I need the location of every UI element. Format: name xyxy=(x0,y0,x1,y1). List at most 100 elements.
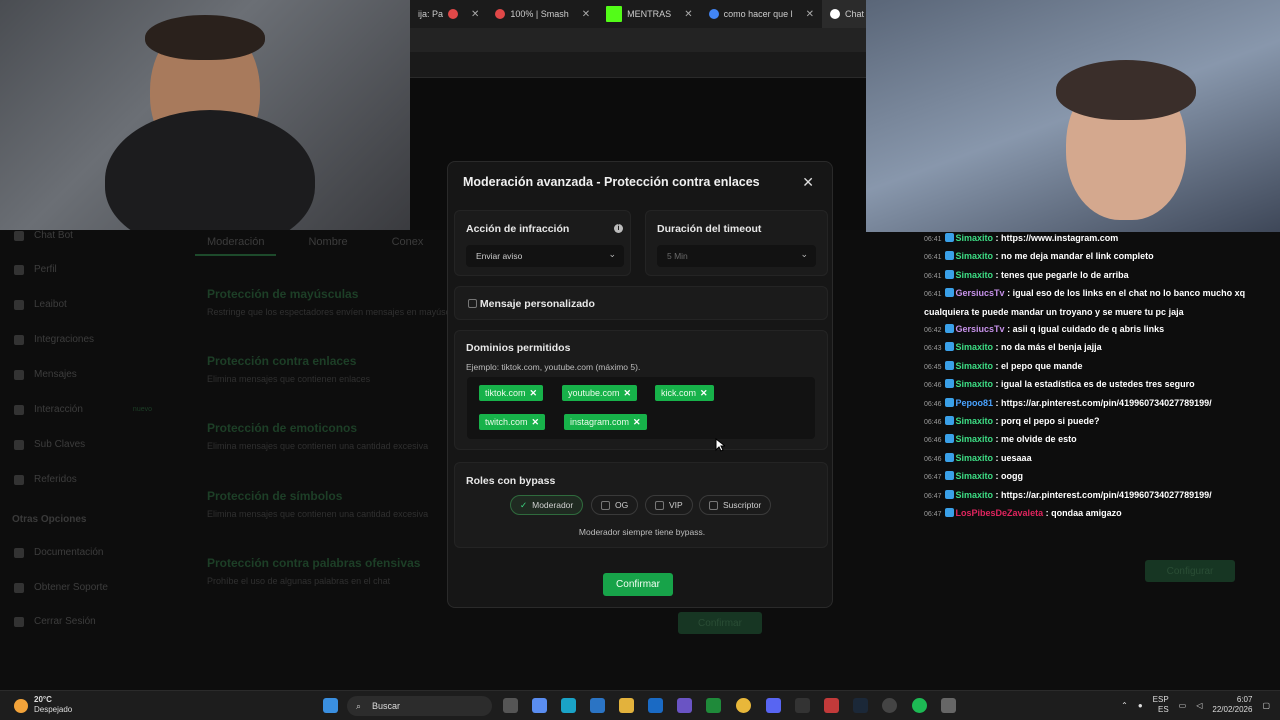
new-badge: nuevo xyxy=(132,406,152,413)
sub-badge-icon xyxy=(944,233,954,242)
notification-icon[interactable]: ▢ xyxy=(1262,701,1270,710)
domains-hint: Ejemplo: tiktok.com, youtube.com (máximo… xyxy=(466,362,641,372)
checkbox[interactable] xyxy=(468,299,477,308)
copilot-icon[interactable] xyxy=(532,698,547,713)
language-indicator[interactable]: ESP ES xyxy=(1153,695,1169,715)
streamer-hair xyxy=(145,15,265,60)
outlook-icon[interactable] xyxy=(648,698,663,713)
role-og[interactable]: OG xyxy=(591,495,639,515)
chat-message: 06:46 Simaxito : igual la estadística es … xyxy=(922,376,1280,394)
task-view-icon[interactable] xyxy=(503,698,518,713)
browser-tab[interactable]: 100% | Smash ✕ xyxy=(487,0,598,28)
kick-icon xyxy=(606,6,623,22)
domain-chip: kick.com ✕ xyxy=(655,385,714,401)
settings-icon[interactable] xyxy=(941,698,956,713)
chevron-up-icon[interactable]: ⌃ xyxy=(1121,701,1128,710)
chat-time: 06:46 xyxy=(924,455,942,463)
sidebar-item-integraciones[interactable]: Integraciones xyxy=(14,334,94,345)
sidebar-item-leaibot[interactable]: Leaibot xyxy=(14,299,67,310)
sidebar-item-interaccion[interactable]: Interacción nuevo xyxy=(14,404,152,415)
browser-tab[interactable]: como hacer que l ✕ xyxy=(701,0,822,28)
sidebar-item-perfil[interactable]: Perfil xyxy=(14,264,57,275)
chat-sep: : xyxy=(993,269,1002,280)
chat-message: 06:46 Pepoo81 : https://ar.pinterest.com/… xyxy=(922,395,1280,413)
volume-icon[interactable]: ◁ xyxy=(1196,701,1202,710)
remove-icon[interactable]: ✕ xyxy=(532,417,540,427)
obs-icon[interactable] xyxy=(882,698,897,713)
xbox-icon[interactable] xyxy=(706,698,721,713)
remove-icon[interactable]: ✕ xyxy=(624,388,632,398)
sidebar-item-subclaves[interactable]: Sub Claves xyxy=(14,439,85,450)
guest-hair xyxy=(1056,60,1196,120)
checkbox[interactable] xyxy=(655,500,664,510)
sidebar-item-cerrar-sesion[interactable]: Cerrar Sesión xyxy=(14,616,96,627)
chat-sep: : xyxy=(993,342,1002,353)
chat-time: 06:47 xyxy=(924,511,942,519)
chat-time: 06:46 xyxy=(924,419,942,427)
windows-start-icon[interactable] xyxy=(323,698,338,713)
mouse-cursor-icon xyxy=(715,438,725,452)
chat-message: 06:43 Simaxito : no da más el benja jajja xyxy=(922,339,1280,357)
close-icon[interactable]: ✕ xyxy=(471,9,479,20)
vscode-icon[interactable] xyxy=(677,698,692,713)
clock[interactable]: 6:07 22/02/2026 xyxy=(1212,695,1252,715)
store-icon[interactable] xyxy=(590,698,605,713)
discord-icon[interactable] xyxy=(766,698,781,713)
sidebar-item-soporte[interactable]: Obtener Soporte xyxy=(14,582,108,593)
timeout-select[interactable]: 5 Min ⌄ xyxy=(657,245,816,267)
domains-input[interactable]: tiktok.com ✕ youtube.com ✕ kick.com ✕ twitc… xyxy=(467,377,815,439)
chat-time: 06:47 xyxy=(924,474,942,482)
infraction-select[interactable]: Enviar aviso ⌄ xyxy=(466,245,624,267)
close-icon[interactable]: ✕ xyxy=(684,9,692,20)
close-icon[interactable]: ✕ xyxy=(802,174,814,191)
sidebar-item-chatbot[interactable]: Chat Bot xyxy=(14,230,73,241)
confirm-button[interactable]: Confirmar xyxy=(603,573,673,596)
sub-badge-icon xyxy=(944,251,954,261)
tab-conexion[interactable]: Conex xyxy=(380,230,436,256)
chrome-icon[interactable] xyxy=(736,698,751,713)
browser-tab[interactable]: ija: Pa ✕ xyxy=(410,0,487,28)
check-icon: ✓ xyxy=(520,499,528,510)
network-icon[interactable]: ▭ xyxy=(1179,701,1187,710)
close-icon[interactable]: ✕ xyxy=(582,9,590,20)
capcut-icon[interactable] xyxy=(795,698,810,713)
checkbox[interactable] xyxy=(709,500,718,510)
chat-time: 06:43 xyxy=(924,345,942,353)
tab-moderacion[interactable]: Moderación xyxy=(195,230,277,256)
role-suscriptor[interactable]: Suscriptor xyxy=(699,495,772,515)
app-icon[interactable] xyxy=(824,698,839,713)
mic-icon[interactable]: ● xyxy=(1138,701,1143,710)
steam-icon[interactable] xyxy=(853,698,868,713)
taskbar-search[interactable]: ⌕ Buscar xyxy=(347,696,492,716)
sidebar-item-documentacion[interactable]: Documentación xyxy=(14,547,103,558)
info-icon[interactable]: i xyxy=(614,224,623,233)
edge-icon[interactable] xyxy=(561,698,576,713)
sidebar-item-label: Documentación xyxy=(34,547,104,558)
browser-tab[interactable]: MENTRAS ✕ xyxy=(598,0,700,28)
sidebar-section-title: Otras Opciones xyxy=(12,514,87,525)
user-icon xyxy=(14,264,24,275)
spotify-icon[interactable] xyxy=(912,698,927,713)
weather-widget[interactable]: 20°C Despejado xyxy=(14,695,72,715)
folder-icon[interactable] xyxy=(619,698,634,713)
chat-text: porq el pepo si puede? xyxy=(1001,416,1100,427)
custom-message-toggle[interactable]: Mensaje personalizado xyxy=(468,298,595,310)
browser-tab-active[interactable]: Chat Bot | El xyxy=(822,0,866,28)
key-icon xyxy=(14,439,24,450)
close-icon[interactable]: ✕ xyxy=(806,9,814,20)
remove-icon[interactable]: ✕ xyxy=(700,388,708,398)
address-bar[interactable] xyxy=(410,28,866,52)
bot-icon xyxy=(14,230,24,241)
role-vip[interactable]: VIP xyxy=(645,495,693,515)
sidebar-item-referidos[interactable]: Referidos xyxy=(14,474,77,485)
configure-button[interactable]: Configurar xyxy=(1145,560,1235,582)
behind-confirm-button[interactable]: Confirmar xyxy=(678,612,762,634)
message-icon xyxy=(14,369,24,380)
checkbox[interactable] xyxy=(601,500,610,510)
browser-tabbar: ija: Pa ✕ 100% | Smash ✕ MENTRAS ✕ como hac… xyxy=(410,0,866,28)
remove-icon[interactable]: ✕ xyxy=(633,417,641,427)
sidebar-item-mensajes[interactable]: Mensajes xyxy=(14,369,77,380)
remove-icon[interactable]: ✕ xyxy=(530,388,538,398)
role-moderador[interactable]: ✓ Moderador xyxy=(510,495,584,515)
tab-nombre[interactable]: Nombre xyxy=(296,230,359,256)
